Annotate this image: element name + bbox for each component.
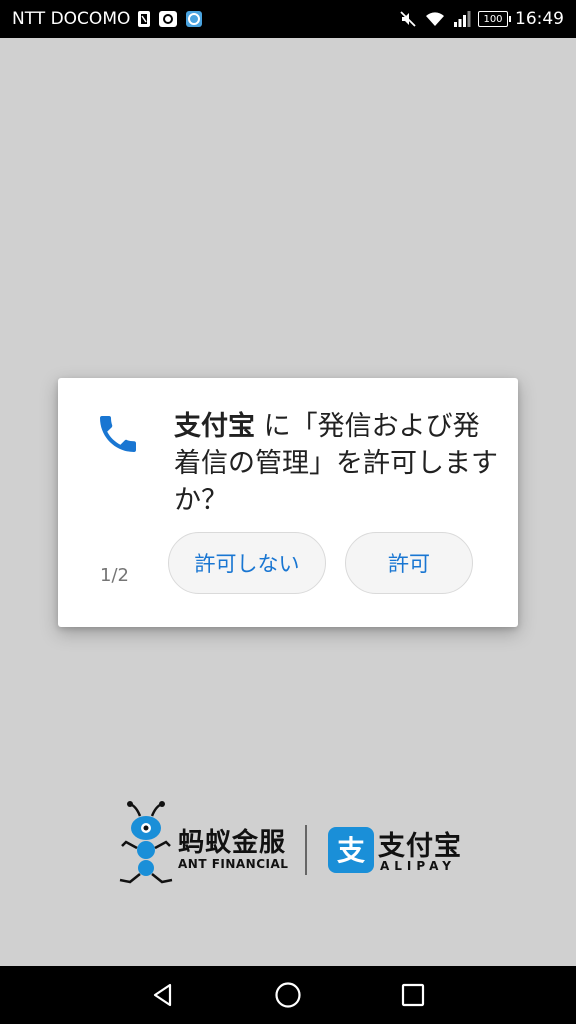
branding-footer: 蚂蚁金服 ANT FINANCIAL 支 支付宝 ALIPAY	[118, 800, 478, 886]
deny-button[interactable]: 許可しない	[168, 532, 326, 594]
permission-dialog: 支付宝 に「発信および発着信の管理」を許可しますか？ 1/2 許可しない 許可	[58, 378, 518, 627]
alipay-logo-char: 支	[337, 834, 365, 867]
mute-icon	[399, 10, 417, 28]
alipay-name-en: ALIPAY	[380, 859, 456, 873]
carrier-label: NTT DOCOMO	[12, 9, 131, 29]
ant-financial-name-cn: 蚂蚁金服	[178, 828, 287, 858]
allow-button[interactable]: 許可	[345, 532, 473, 594]
ant-financial-name-en: ANT FINANCIAL	[178, 857, 289, 871]
status-bar: NTT DOCOMO 100 16:49	[0, 0, 576, 38]
sim-notification-icon	[137, 10, 151, 28]
ant-mascot-icon	[118, 800, 178, 888]
alipay-name-cn: 支付宝	[378, 831, 462, 862]
alipay-logo-icon: 支	[328, 827, 374, 877]
battery-indicator: 100	[478, 11, 511, 27]
permission-message: 支付宝 に「発信および発着信の管理」を許可しますか？	[174, 408, 504, 519]
clock: 16:49	[515, 9, 564, 29]
page-indicator: 1/2	[100, 565, 129, 586]
back-icon[interactable]	[135, 970, 191, 1020]
signal-icon	[453, 10, 471, 28]
navigation-bar	[0, 966, 576, 1024]
recents-icon[interactable]	[385, 970, 441, 1020]
home-icon[interactable]	[260, 970, 316, 1020]
brand-divider	[305, 825, 307, 875]
phone-icon	[94, 410, 142, 458]
wifi-icon	[424, 10, 446, 28]
app-name: 支付宝	[174, 411, 255, 442]
sync-notification-icon	[185, 10, 203, 28]
camera-notification-icon	[158, 10, 178, 28]
